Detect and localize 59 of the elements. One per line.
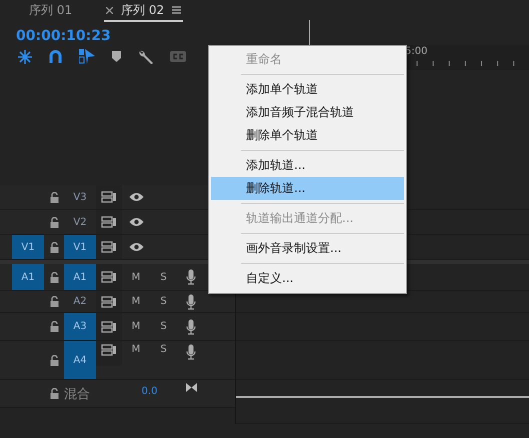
close-icon[interactable] [106, 6, 114, 14]
sequence-tab[interactable]: 序列 02 [104, 0, 184, 22]
source-patch[interactable]: V1 [12, 235, 44, 259]
menu-item[interactable]: 删除轨道... [211, 177, 404, 200]
bowtie-icon[interactable] [186, 383, 196, 392]
track-target[interactable]: A3 [64, 313, 96, 340]
track-output-icon[interactable] [101, 296, 117, 308]
eye-icon[interactable] [128, 242, 144, 252]
padlock-icon[interactable] [50, 296, 58, 307]
mute-button[interactable]: M [122, 264, 150, 290]
track-output-icon[interactable] [101, 216, 117, 228]
eye-icon[interactable] [128, 192, 144, 202]
eye-icon[interactable] [128, 217, 144, 227]
mix-label: 混合 [64, 386, 91, 404]
menu-icon[interactable] [172, 6, 182, 14]
track-output-icon[interactable] [101, 191, 117, 203]
microphone-icon[interactable] [186, 269, 196, 285]
track-output-icon[interactable] [101, 320, 117, 332]
source-patch[interactable]: A1 [12, 264, 44, 290]
track-target[interactable]: V2 [64, 210, 96, 234]
menu-item[interactable]: 删除单个轨道 [211, 124, 404, 147]
menu-item[interactable]: 添加单个轨道 [211, 78, 404, 101]
solo-button[interactable]: S [150, 291, 177, 312]
microphone-icon[interactable] [186, 294, 196, 310]
track-output-icon[interactable] [101, 241, 117, 253]
menu-item[interactable]: 画外音录制设置... [211, 237, 404, 260]
mute-button[interactable]: M [122, 313, 150, 340]
track-target[interactable]: A2 [64, 291, 96, 312]
solo-button[interactable]: S [150, 341, 177, 366]
track-output-icon[interactable] [101, 344, 117, 356]
menu-item[interactable]: 添加轨道... [211, 154, 404, 177]
microphone-icon[interactable] [186, 344, 196, 360]
track-target[interactable]: A4 [64, 341, 96, 379]
solo-button[interactable]: S [150, 264, 177, 290]
track-target[interactable]: A1 [64, 264, 96, 290]
padlock-icon[interactable] [50, 272, 58, 282]
padlock-icon[interactable] [50, 216, 58, 228]
sequence-tab[interactable]: 序列 01 [27, 0, 74, 22]
track-target[interactable]: V1 [64, 235, 96, 259]
padlock-icon[interactable] [50, 192, 58, 202]
padlock-icon[interactable] [50, 321, 58, 332]
mute-button[interactable]: M [122, 341, 150, 366]
track-output-icon[interactable] [101, 271, 117, 283]
menu-item[interactable]: 自定义... [211, 267, 404, 290]
timecode[interactable]: 00:00:10:23 [16, 28, 236, 44]
microphone-icon[interactable] [186, 318, 196, 334]
marker-icon[interactable] [112, 51, 121, 62]
mute-button[interactable]: M [122, 291, 150, 312]
track-target[interactable]: V3 [64, 185, 96, 209]
nest-icon[interactable] [18, 50, 32, 64]
padlock-icon[interactable] [50, 388, 58, 399]
solo-button[interactable]: S [150, 313, 177, 340]
padlock-icon[interactable] [50, 242, 58, 252]
mix-value[interactable]: 0.0 [122, 380, 177, 407]
magnet-icon[interactable] [49, 50, 62, 63]
wrench-icon[interactable] [138, 49, 153, 64]
menu-item[interactable]: 添加音频子混合轨道 [211, 101, 404, 124]
linked-selection-icon[interactable] [79, 49, 95, 64]
padlock-icon[interactable] [50, 354, 58, 366]
